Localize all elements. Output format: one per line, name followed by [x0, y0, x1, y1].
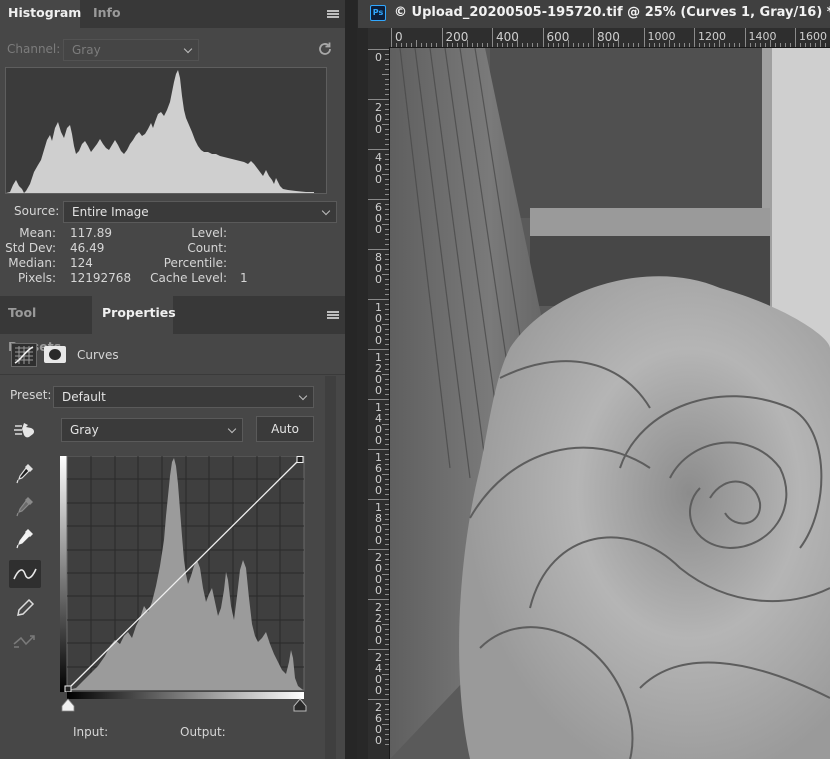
- left-panel-dock: Histogram Info Channel: Gray Source: Ent…: [0, 0, 345, 759]
- h-ruler-label: 400: [496, 30, 519, 44]
- chevron-down-icon: [321, 206, 331, 216]
- canvas-image[interactable]: [390, 48, 830, 759]
- v-ruler-label: 1000: [375, 301, 382, 347]
- divider: [0, 374, 345, 375]
- v-ruler-label: 0: [375, 51, 382, 64]
- curves-channel-select[interactable]: Gray: [61, 418, 243, 442]
- stat-pixels-label: Pixels:: [17, 271, 56, 285]
- input-gradient-bar: [67, 692, 304, 699]
- v-ruler-label: 2400: [375, 651, 382, 697]
- curve-points-icon[interactable]: [9, 560, 41, 588]
- curves-channel-value: Gray: [70, 423, 99, 437]
- stat-cache-level-value: 1: [240, 271, 248, 285]
- v-ruler-label: 2000: [375, 551, 382, 597]
- rose-photo: [390, 48, 830, 759]
- v-ruler-label: 1200: [375, 351, 382, 397]
- v-ruler-label: 2200: [375, 601, 382, 647]
- preset-value: Default: [62, 390, 106, 404]
- stat-cache-level-label: Cache Level:: [150, 271, 227, 285]
- properties-scrollbar[interactable]: [325, 376, 336, 759]
- stat-median-label: Median:: [8, 256, 56, 270]
- white-point-eyedropper-icon[interactable]: [9, 524, 41, 552]
- v-ruler-label: 1400: [375, 401, 382, 447]
- stat-stddev-value: 46.49: [70, 241, 105, 255]
- stat-percentile-label: Percentile:: [163, 256, 227, 270]
- adjustment-title: Curves: [77, 348, 119, 362]
- chevron-down-icon: [183, 44, 193, 54]
- h-ruler-label: 0: [395, 30, 403, 44]
- h-ruler-label: 1000: [647, 30, 676, 43]
- v-ruler-label: 600: [375, 201, 382, 236]
- v-ruler-label: 200: [375, 101, 382, 136]
- tab-properties[interactable]: Properties: [92, 296, 176, 334]
- v-ruler-label: 400: [375, 151, 382, 186]
- panel-divider[interactable]: [345, 0, 357, 759]
- histogram-curve: [6, 70, 314, 193]
- photoshop-app-icon: Ps: [370, 5, 386, 21]
- preset-select[interactable]: Default: [53, 386, 314, 408]
- stat-mean-value: 117.89: [70, 226, 112, 240]
- tab-tool-presets[interactable]: Tool Presets: [0, 296, 90, 354]
- v-ruler-label: 2600: [375, 701, 382, 747]
- histogram-tabbar: Histogram Info: [0, 0, 345, 28]
- histogram-channel-value: Gray: [72, 43, 101, 57]
- stat-mean-label: Mean:: [19, 226, 56, 240]
- pencil-icon[interactable]: [9, 594, 41, 622]
- source-select[interactable]: Entire Image: [63, 201, 337, 223]
- h-ruler-label: 800: [597, 30, 620, 44]
- preset-label: Preset:: [10, 388, 52, 402]
- h-ruler-label: 200: [445, 30, 469, 44]
- v-ruler-label: 1800: [375, 501, 382, 547]
- source-value: Entire Image: [72, 205, 149, 219]
- output-label: Output:: [180, 725, 226, 739]
- v-ruler-label: 1600: [375, 451, 382, 497]
- stat-median-value: 124: [70, 256, 93, 270]
- document-title: © Upload_20200505-195720.tif @ 25% (Curv…: [394, 5, 830, 20]
- properties-tabbar: Tool Presets Properties: [0, 296, 345, 354]
- panel-menu-icon[interactable]: [327, 311, 339, 319]
- auto-button[interactable]: Auto: [256, 416, 314, 442]
- curves-graph[interactable]: [60, 456, 305, 692]
- chevron-down-icon: [227, 424, 237, 434]
- stat-level-label: Level:: [191, 226, 227, 240]
- smooth-curve-icon[interactable]: [9, 627, 41, 655]
- chevron-down-icon: [298, 391, 308, 401]
- stat-stddev-label: Std Dev:: [5, 241, 56, 255]
- layer-mask-icon[interactable]: [44, 346, 66, 363]
- tab-histogram[interactable]: Histogram: [0, 0, 81, 28]
- h-ruler-label: 1600: [799, 30, 827, 43]
- black-point-eyedropper-icon[interactable]: [9, 459, 41, 487]
- histogram-channel-select[interactable]: Gray: [63, 39, 199, 61]
- white-input-slider-icon[interactable]: [292, 698, 308, 712]
- h-ruler-label: 600: [546, 30, 570, 44]
- refresh-icon[interactable]: [317, 41, 333, 57]
- input-label: Input:: [73, 725, 109, 739]
- vertical-ruler[interactable]: 0 200 400 600 800 1000 1200 1400 1600 1800 2000 220…: [368, 47, 390, 759]
- panel-menu-icon[interactable]: [327, 10, 339, 18]
- h-ruler-label: 1400: [748, 30, 777, 43]
- horizontal-ruler[interactable]: 0 200 400 600 800 1000 1200 1400 1600: [368, 28, 830, 48]
- v-ruler-label: 800: [375, 251, 382, 286]
- tab-info[interactable]: Info: [85, 0, 125, 28]
- channel-label: Channel:: [7, 42, 61, 56]
- gray-point-eyedropper-icon[interactable]: [9, 492, 41, 520]
- on-image-adjust-icon[interactable]: [9, 416, 41, 444]
- black-input-slider-icon[interactable]: [60, 698, 76, 712]
- histogram-graph: [5, 67, 327, 194]
- stat-count-label: Count:: [187, 241, 227, 255]
- curves-adjustment-icon[interactable]: [11, 343, 37, 367]
- source-label: Source:: [14, 204, 60, 218]
- h-ruler-label: 1200: [698, 30, 726, 43]
